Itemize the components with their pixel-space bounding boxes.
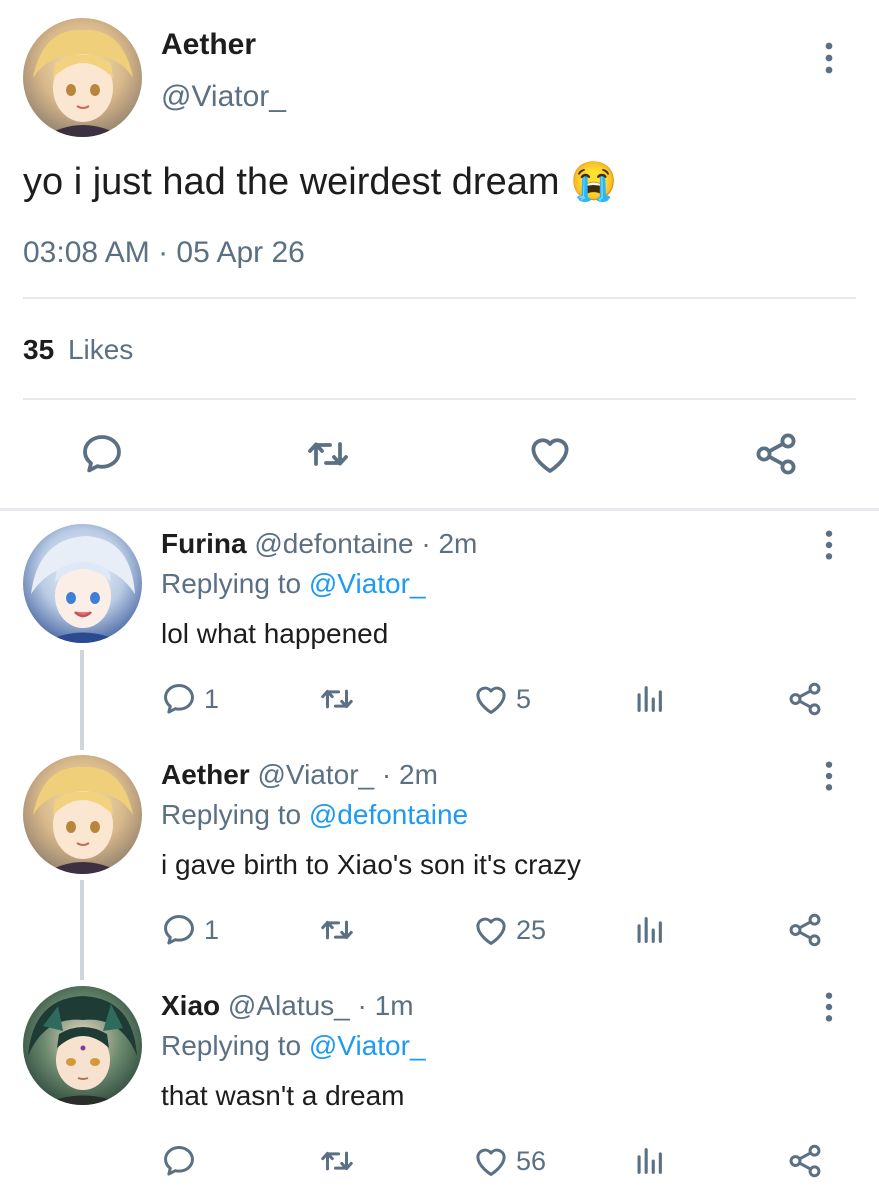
replying-to: Replying to @Viator_ [161,568,426,600]
thread-line [80,880,84,980]
like-icon[interactable] [526,430,574,478]
share-icon [786,1142,824,1180]
retweet-icon[interactable] [303,430,353,478]
retweet-icon [317,1142,357,1180]
likes-summary[interactable]: 35 Likes [23,334,133,366]
reply-icon[interactable] [78,430,126,478]
reply-icon [160,1142,198,1180]
reply-author-name[interactable]: Furina [161,528,247,559]
thread-line [80,650,84,750]
author-handle[interactable]: @Viator_ [161,80,286,114]
reply-author-name[interactable]: Xiao [161,990,220,1021]
retweet-action[interactable] [317,680,357,718]
reply-icon [160,911,198,949]
divider [23,398,856,400]
retweet-icon [317,680,357,718]
avatar-aether-icon[interactable] [23,18,142,137]
divider [23,297,856,299]
like-action[interactable]: 5 [472,680,531,718]
author-name[interactable]: Aether [161,28,256,62]
reply-header: Xiao @Alatus_ · 1m [161,990,414,1022]
like-count: 25 [516,914,547,945]
divider [0,508,879,511]
replying-label: Replying to [161,1030,302,1061]
reply-count: 1 [204,683,220,714]
reply-header: Aether @Viator_ · 2m [161,759,438,791]
stats-action[interactable] [632,680,666,718]
stats-action[interactable] [632,911,666,949]
share-action[interactable] [786,911,824,949]
reply-time: · 2m [381,759,438,790]
share-icon [786,911,824,949]
likes-count: 35 [23,334,55,365]
tweet-timestamp[interactable]: 03:08 AM · 05 Apr 26 [23,236,305,270]
avatar-aether-icon[interactable] [23,755,142,874]
share-icon [786,680,824,718]
like-count: 5 [516,683,532,714]
tweet-text: yo i just had the weirdest dream 😭 [23,160,617,204]
replying-to: Replying to @Viator_ [161,1030,426,1062]
more-options-icon[interactable] [823,40,835,76]
share-action[interactable] [786,1142,824,1180]
likes-label: Likes [67,334,134,365]
stats-action[interactable] [632,1142,666,1180]
tweet-text-body: yo i just had the weirdest dream [23,161,560,203]
replying-label: Replying to [161,568,302,599]
like-count: 56 [516,1145,547,1176]
reply-author-name[interactable]: Aether [161,759,250,790]
stats-icon [632,911,666,949]
like-icon [472,1142,510,1180]
reply-time: · 1m [357,990,414,1021]
reply-icon [160,680,198,718]
replying-to-link[interactable]: @Viator_ [309,1030,426,1061]
reply-count: 1 [204,914,220,945]
avatar-xiao-icon[interactable] [23,986,142,1105]
more-options-icon[interactable] [823,528,835,562]
share-action[interactable] [786,680,824,718]
reply-header: Furina @defontaine · 2m [161,528,477,560]
retweet-action[interactable] [317,1142,357,1180]
retweet-icon [317,911,357,949]
like-action[interactable]: 25 [472,911,546,949]
reply-action[interactable]: 1 [160,911,219,949]
reply-text: lol what happened [161,618,389,649]
like-action[interactable]: 56 [472,1142,546,1180]
stats-icon [632,680,666,718]
stats-icon [632,1142,666,1180]
avatar-furina-icon[interactable] [23,524,142,643]
reply-author-handle[interactable]: @defontaine [254,528,413,559]
reply-time: · 2m [421,528,478,559]
share-icon[interactable] [752,430,800,478]
replying-to-link[interactable]: @defontaine [309,799,468,830]
like-icon [472,911,510,949]
replying-to-link[interactable]: @Viator_ [309,568,426,599]
reply-author-handle[interactable]: @Viator_ [257,759,374,790]
more-options-icon[interactable] [823,990,835,1024]
reply-action[interactable]: 1 [160,680,219,718]
like-icon [472,680,510,718]
reply-action[interactable] [160,1142,204,1180]
crying-face-emoji: 😭 [570,161,618,203]
reply-text: i gave birth to Xiao's son it's crazy [161,849,581,880]
replying-to: Replying to @defontaine [161,799,468,831]
replying-label: Replying to [161,799,302,830]
reply-text: that wasn't a dream [161,1080,405,1111]
reply-author-handle[interactable]: @Alatus_ [228,990,350,1021]
more-options-icon[interactable] [823,759,835,793]
retweet-action[interactable] [317,911,357,949]
